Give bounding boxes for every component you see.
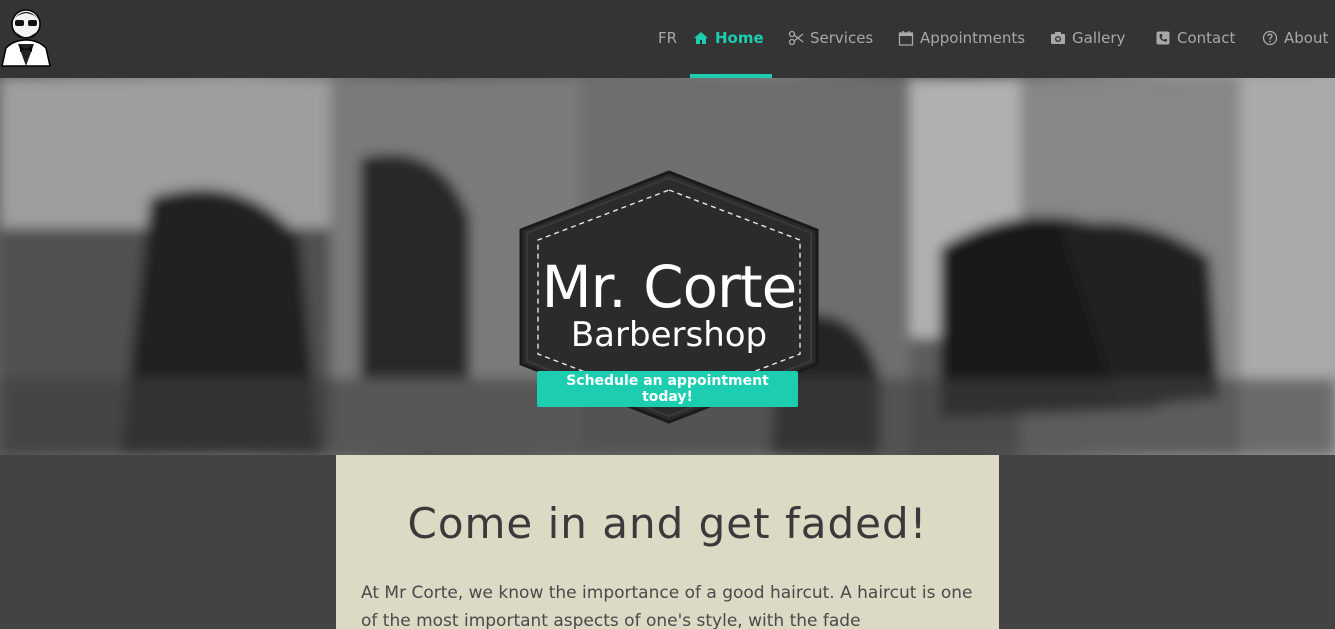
nav-item-label: Gallery	[1072, 29, 1126, 47]
language-label: FR	[658, 29, 678, 47]
intro-text: At Mr Corte, we know the importance of a…	[361, 583, 973, 629]
schedule-appointment-button[interactable]: Schedule an appointment today!	[537, 371, 798, 407]
camera-icon	[1051, 32, 1065, 44]
home-icon	[694, 32, 708, 44]
hero-banner: Mr. Corte Barbershop Schedule an appoint…	[0, 78, 1335, 455]
intro-heading: Come in and get faded!	[407, 499, 928, 548]
intro-section: Come in and get faded! At Mr Corte, we k…	[336, 455, 999, 629]
nav-item-label: Contact	[1177, 29, 1236, 47]
language-toggle[interactable]: FR	[658, 28, 677, 48]
nav-item-label: Appointments	[920, 29, 1026, 47]
main-nav: FR Home Services Appointments Gallery Co…	[0, 0, 1335, 78]
nav-item-services[interactable]: Services	[788, 28, 873, 48]
nav-item-about[interactable]: About	[1262, 28, 1328, 48]
brand-subtitle: Barbershop	[571, 315, 767, 355]
navbar: FR Home Services Appointments Gallery Co…	[0, 0, 1335, 78]
calendar-icon	[898, 31, 914, 46]
scissors-icon	[788, 30, 804, 46]
question-circle-icon	[1262, 30, 1278, 46]
nav-item-gallery[interactable]: Gallery	[1050, 28, 1125, 48]
nav-item-home[interactable]: Home	[693, 28, 764, 48]
nav-item-contact[interactable]: Contact	[1155, 28, 1235, 48]
brand-name: Mr. Corte	[542, 253, 797, 321]
nav-item-label: Services	[810, 29, 874, 47]
phone-icon	[1156, 31, 1170, 45]
nav-item-appointments[interactable]: Appointments	[898, 28, 1025, 48]
nav-item-label: Home	[715, 29, 764, 47]
nav-item-label: About	[1284, 29, 1329, 47]
